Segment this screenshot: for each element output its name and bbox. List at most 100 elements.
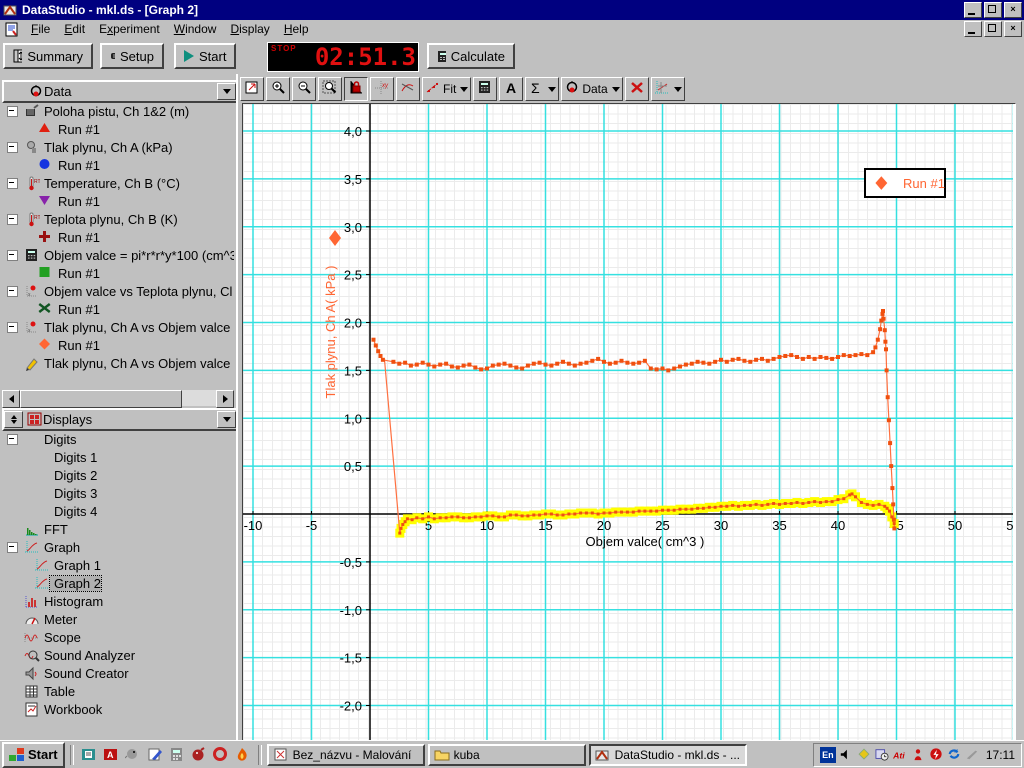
task-bez-n-zvu-malov-n-[interactable]: Bez_názvu - Malování <box>267 744 425 766</box>
collapse-icon[interactable] <box>7 214 18 225</box>
display-item-workbook[interactable]: Workbook <box>2 700 234 718</box>
displays-panel-header[interactable]: Displays <box>2 408 238 431</box>
opera-icon[interactable] <box>211 745 231 765</box>
scale-to-fit-button[interactable] <box>240 77 264 101</box>
taskbar-start-button[interactable]: Start <box>2 742 65 768</box>
run-item[interactable]: Run #1 <box>2 120 234 138</box>
panel-splitter-icon[interactable] <box>4 411 23 428</box>
collapse-icon[interactable] <box>7 250 18 261</box>
display-item-graph-1[interactable]: Graph 1 <box>2 556 234 574</box>
collapse-icon[interactable] <box>7 542 18 553</box>
menu-edit[interactable]: Edit <box>57 21 92 37</box>
x-axis-title[interactable]: Objem valce( cm^3 ) <box>586 534 705 549</box>
diamond-yellow-icon[interactable] <box>856 747 872 763</box>
delete-button[interactable] <box>625 77 649 101</box>
child-restore-icon[interactable] <box>984 21 1002 37</box>
slope-tool-button[interactable] <box>396 77 420 101</box>
collapse-icon[interactable] <box>7 434 18 445</box>
data-source-item[interactable]: xTlak plynu, Ch A vs Objem valce <box>2 318 234 336</box>
display-item-table[interactable]: Table <box>2 682 234 700</box>
dropdown-caret-icon[interactable] <box>548 87 556 92</box>
close-icon[interactable]: × <box>1004 2 1022 18</box>
dragon-icon[interactable] <box>189 745 209 765</box>
display-item-sound-analyzer[interactable]: Sound Analyzer <box>2 646 234 664</box>
run-item[interactable]: Run #1 <box>2 336 234 354</box>
collapse-icon[interactable] <box>7 142 18 153</box>
task-datastudio-mkl-ds-[interactable]: DataStudio - mkl.ds - ... <box>589 744 747 766</box>
data-source-item[interactable]: Poloha pistu, Ch 1&2 (m) <box>2 102 234 120</box>
scroll-thumb[interactable] <box>20 390 182 408</box>
minimize-icon[interactable] <box>964 2 982 18</box>
data-menu-button[interactable]: Data <box>561 77 622 101</box>
collapse-icon[interactable] <box>7 322 18 333</box>
display-item-digits-4[interactable]: 3.14Digits 4 <box>2 502 234 520</box>
acrobat-icon[interactable]: A <box>101 745 121 765</box>
data-source-item[interactable]: RTDTemperature, Ch B (°C) <box>2 174 234 192</box>
display-item-scope[interactable]: Scope <box>2 628 234 646</box>
data-tree-scrollbar[interactable] <box>2 390 234 406</box>
child-close-icon[interactable]: × <box>1004 21 1022 37</box>
smart-tool-button[interactable] <box>344 77 368 101</box>
pen-gray-icon[interactable] <box>964 747 980 763</box>
document-icon[interactable] <box>4 22 20 37</box>
collapse-icon[interactable] <box>7 286 18 297</box>
display-item-sound-creator[interactable]: Sound Creator <box>2 664 234 682</box>
data-source-item[interactable]: RTDTeplota plynu, Ch B (K) <box>2 210 234 228</box>
menu-display[interactable]: Display <box>223 21 276 37</box>
run-item[interactable]: Run #1 <box>2 264 234 282</box>
display-item-digits-3[interactable]: 3.14Digits 3 <box>2 484 234 502</box>
display-item-fft[interactable]: FFT <box>2 520 234 538</box>
dropdown-caret-icon[interactable] <box>612 87 620 92</box>
data-source-item[interactable]: Objem valce = pi*r*r*y*100 (cm^3 <box>2 246 234 264</box>
legend[interactable]: Run #1 <box>865 169 945 197</box>
editor-icon[interactable] <box>79 745 99 765</box>
calculate-button[interactable]: Calculate <box>427 43 515 69</box>
child-minimize-icon[interactable] <box>964 21 982 37</box>
display-item-histogram[interactable]: Histogram <box>2 592 234 610</box>
keyboard-layout-en-icon[interactable]: En <box>820 747 836 763</box>
speaker-icon[interactable] <box>838 747 854 763</box>
run-item[interactable]: Run #1 <box>2 192 234 210</box>
power-bolt-icon[interactable] <box>928 747 944 763</box>
run-item[interactable]: Run #1 <box>2 228 234 246</box>
task-kuba[interactable]: kuba <box>428 744 586 766</box>
fit-menu-button[interactable]: Fit <box>422 77 471 101</box>
ati-icon[interactable]: Ati <box>892 747 908 763</box>
summary-button[interactable]: Summary <box>3 43 93 69</box>
flame-icon[interactable] <box>233 745 253 765</box>
text-tool-button[interactable]: A <box>499 77 523 101</box>
display-item-graph-2[interactable]: Graph 2 <box>2 574 234 592</box>
graph-settings-button[interactable] <box>651 77 685 101</box>
dropdown-caret-icon[interactable] <box>460 87 468 92</box>
menu-help[interactable]: Help <box>277 21 316 37</box>
start-button[interactable]: Start <box>174 43 236 69</box>
bird-icon[interactable] <box>123 745 143 765</box>
collapse-icon[interactable] <box>7 106 18 117</box>
data-dropdown-icon[interactable] <box>217 83 236 100</box>
menu-file[interactable]: File <box>24 21 57 37</box>
run-item[interactable]: Run #1 <box>2 156 234 174</box>
collapse-icon[interactable] <box>7 178 18 189</box>
data-source-item[interactable]: Tlak plynu, Ch A (kPa) <box>2 138 234 156</box>
scroll-left-icon[interactable] <box>2 390 20 408</box>
plot-area[interactable]: -10-55101520253035404550554,03,53,02,52,… <box>242 103 1016 744</box>
setup-button[interactable]: Setup <box>100 43 164 69</box>
statistics-button[interactable]: Σ <box>525 77 559 101</box>
xy-tool-button[interactable]: xy <box>370 77 394 101</box>
red-agent-icon[interactable] <box>910 747 926 763</box>
calculator-app-icon[interactable] <box>167 745 187 765</box>
display-item-meter[interactable]: Meter <box>2 610 234 628</box>
display-item-digits-2[interactable]: 3.14Digits 2 <box>2 466 234 484</box>
display-item-graph[interactable]: Graph <box>2 538 234 556</box>
data-panel-header[interactable]: Data <box>2 80 238 103</box>
zoom-select-button[interactable] <box>318 77 342 101</box>
data-source-item[interactable]: Tlak plynu, Ch A vs Objem valce <box>2 354 234 372</box>
menu-experiment[interactable]: Experiment <box>92 21 167 37</box>
run-item[interactable]: Run #1 <box>2 300 234 318</box>
display-item-digits[interactable]: 3.14Digits <box>2 430 234 448</box>
scroll-right-icon[interactable] <box>216 390 234 408</box>
zoom-in-button[interactable] <box>266 77 290 101</box>
zoom-out-button[interactable] <box>292 77 316 101</box>
refresh-arrows-icon[interactable] <box>946 747 962 763</box>
calculate-button[interactable] <box>473 77 497 101</box>
